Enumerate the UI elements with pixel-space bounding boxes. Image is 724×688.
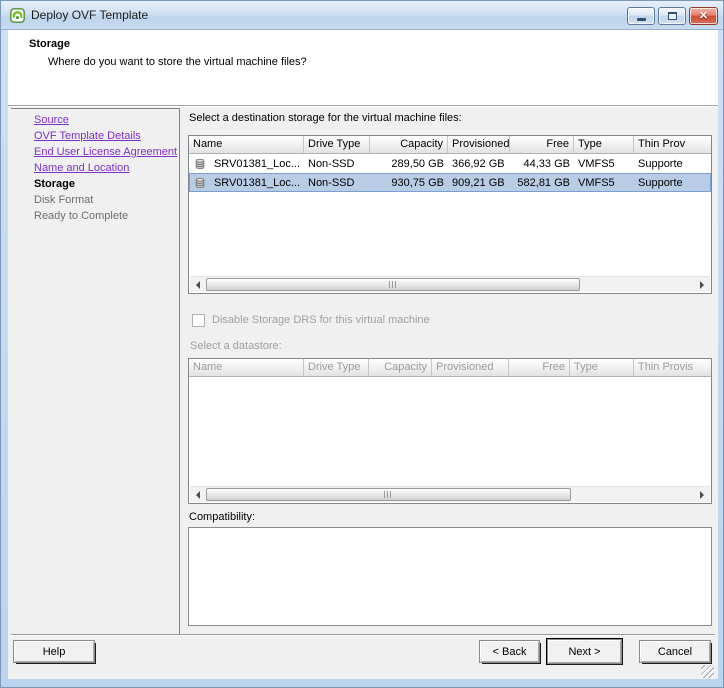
sidebar-item-disk-format: Disk Format	[34, 194, 93, 206]
page-title: Storage	[29, 38, 70, 50]
datastore-row-selected[interactable]: SRV01381_Loc... Non-SSD 930,75 GB 909,21…	[189, 173, 711, 192]
vsphere-app-icon	[10, 8, 25, 23]
column-header-capacity: Capacity	[369, 359, 432, 376]
disable-storage-drs-label: Disable Storage DRS for this virtual mac…	[212, 314, 430, 326]
minimize-icon	[637, 18, 646, 21]
datastore-name: SRV01381_Loc...	[214, 158, 300, 170]
cell-thin-provisioning: Supporte	[634, 177, 711, 189]
deploy-ovf-template-window: Deploy OVF Template ✕ Storage Where do y…	[0, 0, 724, 688]
cell-drive-type: Non-SSD	[304, 177, 370, 189]
select-datastore-label: Select a datastore:	[190, 340, 282, 352]
datastore-table-header: Name Drive Type Capacity Provisioned Fre…	[189, 359, 711, 377]
next-button[interactable]: Next >	[547, 639, 622, 664]
storage-table-horizontal-scrollbar[interactable]	[190, 276, 710, 292]
scroll-right-icon	[700, 281, 704, 289]
cell-drive-type: Non-SSD	[304, 158, 370, 170]
sidebar-item-storage-current: Storage	[34, 178, 75, 190]
datastore-icon	[195, 176, 205, 190]
scroll-right-icon	[700, 491, 704, 499]
scrollbar-thumb[interactable]	[206, 488, 571, 501]
dialog-content: Storage Where do you want to store the v…	[8, 30, 718, 679]
cell-thin-provisioning: Supporte	[634, 158, 711, 170]
storage-table: Name Drive Type Capacity Provisioned Fre…	[188, 135, 712, 294]
scrollbar-thumb[interactable]	[206, 278, 580, 291]
cell-type: VMFS5	[574, 158, 634, 170]
scrollbar-grip-icon	[389, 281, 398, 288]
column-header-name: Name	[189, 359, 304, 376]
page-subtitle: Where do you want to store the virtual m…	[48, 56, 307, 68]
column-header-provisioned[interactable]: Provisioned	[448, 136, 510, 153]
close-button[interactable]: ✕	[689, 7, 718, 25]
datastore-table-horizontal-scrollbar[interactable]	[190, 486, 710, 502]
wizard-steps-panel: Source OVF Template Details End User Lic…	[11, 108, 180, 634]
footer-divider	[11, 634, 715, 636]
sidebar-item-name-and-location[interactable]: Name and Location	[34, 162, 129, 174]
scrollbar-track[interactable]	[206, 487, 694, 503]
cell-capacity: 930,75 GB	[370, 177, 448, 189]
resize-grip[interactable]	[701, 665, 714, 678]
sidebar-item-end-user-license-agreement[interactable]: End User License Agreement	[34, 146, 177, 158]
cell-free: 582,81 GB	[510, 177, 574, 189]
datastore-icon	[195, 157, 205, 171]
close-icon: ✕	[699, 11, 708, 22]
minimize-button[interactable]	[627, 7, 655, 25]
back-button[interactable]: < Back	[479, 640, 540, 663]
scroll-right-button[interactable]	[694, 487, 710, 503]
storage-table-header: Name Drive Type Capacity Provisioned Fre…	[189, 136, 711, 154]
column-header-type: Type	[570, 359, 634, 376]
scroll-left-icon	[196, 491, 200, 499]
column-header-thin-provis: Thin Provis	[634, 359, 711, 376]
cell-capacity: 289,50 GB	[370, 158, 448, 170]
window-title: Deploy OVF Template	[31, 8, 148, 22]
title-bar[interactable]: Deploy OVF Template ✕	[1, 1, 724, 30]
column-header-provisioned: Provisioned	[432, 359, 509, 376]
scroll-left-button[interactable]	[190, 487, 206, 503]
compatibility-box	[188, 527, 712, 626]
cell-free: 44,33 GB	[510, 158, 574, 170]
header-divider	[8, 105, 718, 107]
scroll-right-button[interactable]	[694, 277, 710, 293]
column-header-drive-type[interactable]: Drive Type	[304, 136, 370, 153]
maximize-icon	[668, 12, 677, 20]
column-header-capacity[interactable]: Capacity	[370, 136, 448, 153]
scrollbar-track[interactable]	[206, 277, 694, 293]
sidebar-item-ready-to-complete: Ready to Complete	[34, 210, 128, 222]
wizard-header: Storage Where do you want to store the v…	[8, 30, 718, 105]
column-header-name[interactable]: Name	[189, 136, 304, 153]
select-storage-label: Select a destination storage for the vir…	[189, 112, 462, 124]
column-header-type[interactable]: Type	[574, 136, 634, 153]
cell-provisioned: 366,92 GB	[448, 158, 510, 170]
cell-provisioned: 909,21 GB	[448, 177, 510, 189]
compatibility-label: Compatibility:	[189, 511, 255, 523]
column-header-free: Free	[509, 359, 570, 376]
datastore-table: Name Drive Type Capacity Provisioned Fre…	[188, 358, 712, 504]
datastore-name: SRV01381_Loc...	[214, 177, 300, 189]
scrollbar-grip-icon	[384, 491, 393, 498]
cell-type: VMFS5	[574, 177, 634, 189]
column-header-free[interactable]: Free	[510, 136, 574, 153]
column-header-thin-prov[interactable]: Thin Prov	[634, 136, 711, 153]
sidebar-item-ovf-template-details[interactable]: OVF Template Details	[34, 130, 141, 142]
sidebar-item-source[interactable]: Source	[34, 114, 69, 126]
help-button[interactable]: Help	[13, 640, 95, 663]
scroll-left-button[interactable]	[190, 277, 206, 293]
datastore-row[interactable]: SRV01381_Loc... Non-SSD 289,50 GB 366,92…	[189, 154, 711, 173]
disable-storage-drs-checkbox	[192, 314, 205, 327]
column-header-drive-type: Drive Type	[304, 359, 369, 376]
scroll-left-icon	[196, 281, 200, 289]
maximize-button[interactable]	[658, 7, 686, 25]
cancel-button[interactable]: Cancel	[639, 640, 711, 663]
